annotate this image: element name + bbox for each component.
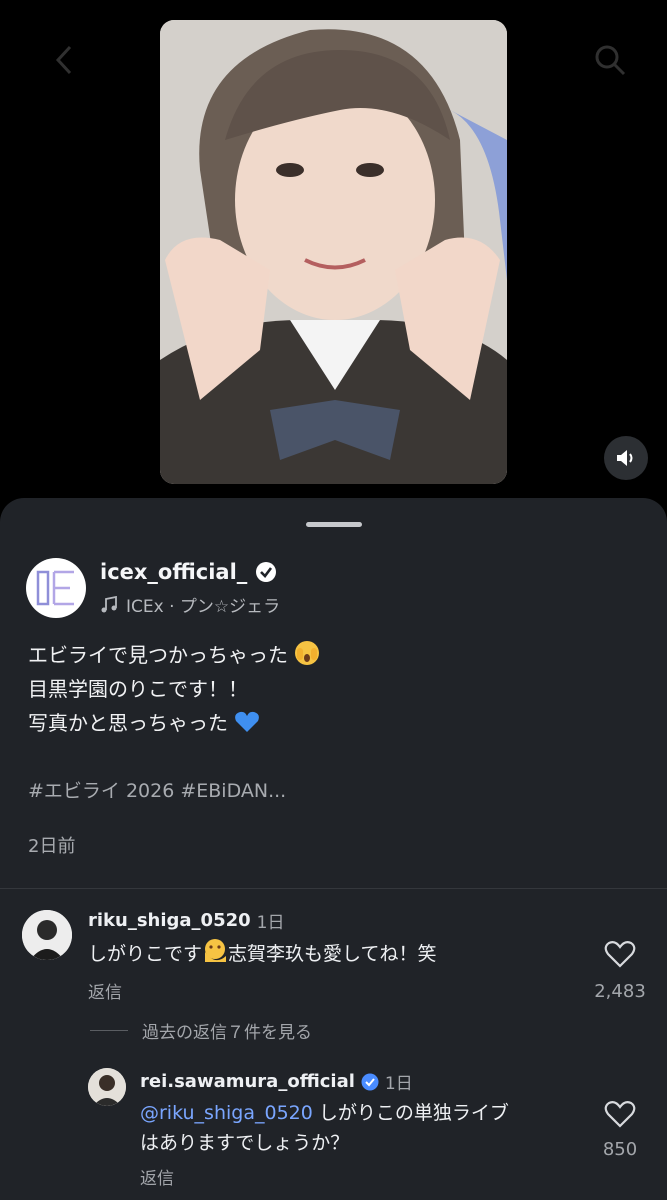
reply-like-count: 850 — [602, 1139, 638, 1160]
avatar[interactable] — [88, 1068, 126, 1106]
blue-heart-emoji-icon — [235, 711, 260, 732]
post-username-text: icex_official_ — [100, 560, 248, 584]
reply-username[interactable]: rei.sawamura_official 1日 — [140, 1069, 413, 1094]
comment-text-part-2: 志賀李玖も愛してね！笑 — [228, 943, 437, 965]
heart-icon[interactable] — [604, 939, 636, 969]
user-avatar-image — [22, 910, 72, 960]
comments-sheet: icex_official_ ICEx · プン☆ジェラ エビライで見つかっちゃ… — [0, 498, 667, 1200]
sound-toggle-button[interactable] — [604, 436, 648, 480]
comment-username-text: riku_shiga_0520 — [88, 910, 251, 931]
caption-line-2: 目黒学園のりこです！！ — [28, 677, 248, 701]
sound-icon — [617, 450, 633, 466]
reply-mention[interactable]: @riku_shiga_0520 — [140, 1102, 313, 1124]
caption-line-3: 写真かと思っちゃった — [28, 711, 228, 735]
comment-text-part-1: しがりこです — [88, 943, 203, 965]
reel-video[interactable] — [160, 20, 507, 484]
sheet-handle[interactable] — [306, 522, 362, 527]
comment-text: しがりこです 志賀李玖も愛してね！笑 — [88, 938, 436, 969]
heart-icon[interactable] — [604, 1099, 636, 1129]
caption-line-1: エビライで見つかっちゃった — [28, 643, 288, 667]
search-icon[interactable] — [586, 36, 634, 84]
post-time: 2日前 — [28, 836, 76, 857]
icex-avatar[interactable] — [26, 558, 86, 618]
reply-avatar-image — [88, 1068, 126, 1106]
reply-text-line-1: しがりこの単独ライブ — [312, 1102, 509, 1124]
reply-time: 1日 — [384, 1074, 413, 1094]
icex-logo — [36, 570, 74, 606]
back-arrow-icon[interactable] — [40, 36, 88, 84]
reply-text-line-2: はありますでしょうか？ — [140, 1132, 350, 1154]
verified-icon — [361, 1073, 379, 1090]
comment-like-count: 2,483 — [594, 981, 646, 1002]
comment-reply-button[interactable]: 返信 — [88, 978, 122, 1003]
post-username[interactable]: icex_official_ — [100, 560, 277, 584]
reply-username-text: rei.sawamura_official — [140, 1071, 355, 1092]
music-label: ICEx · プン☆ジェラ — [126, 597, 281, 617]
post-hashtags[interactable]: #エビライ 2026 #EBiDAN... — [28, 776, 286, 803]
music-track[interactable]: ICEx · プン☆ジェラ — [100, 592, 280, 617]
divider — [0, 888, 667, 889]
post-caption: エビライで見つかっちゃった 目黒学園のりこです！！ 写真かと思っちゃった — [28, 638, 320, 740]
reply-reply-button[interactable]: 返信 — [140, 1164, 174, 1189]
view-replies-text: 過去の返信７件を見る — [142, 1023, 312, 1043]
melting-face-emoji-icon — [205, 939, 227, 962]
avatar[interactable] — [22, 910, 72, 960]
verified-icon — [256, 562, 277, 582]
view-replies-line — [90, 1030, 128, 1031]
video-area — [0, 0, 667, 520]
video-thumbnail — [160, 20, 507, 484]
shocked-face-emoji-icon — [295, 641, 320, 665]
comment-username[interactable]: riku_shiga_0520 1日 — [88, 908, 285, 933]
music-note-icon — [101, 595, 117, 612]
view-replies-button[interactable]: 過去の返信７件を見る — [90, 1018, 312, 1043]
comment-time: 1日 — [256, 913, 285, 933]
reply-text: @riku_shiga_0520 しがりこの単独ライブ はありますでしょうか？ — [140, 1098, 509, 1158]
